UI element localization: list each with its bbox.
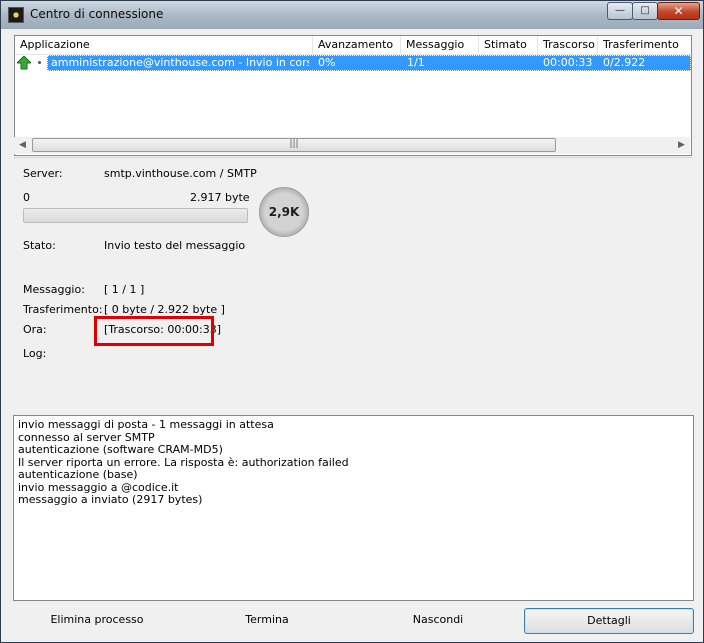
cell-trascorso: 00:00:33: [543, 56, 593, 69]
title-bar[interactable]: Centro di connessione — □ ✕: [1, 1, 703, 29]
cell-trasferimento: 0/2.922: [603, 56, 646, 69]
minimize-button[interactable]: —: [607, 2, 633, 20]
divider: [14, 157, 692, 158]
column-trasferimento[interactable]: Trasferimento: [598, 36, 691, 54]
trasferimento-value: [ 0 byte / 2.922 byte ]: [104, 303, 225, 316]
column-applicazione[interactable]: Applicazione: [15, 36, 313, 54]
server-value: smtp.vinthouse.com / SMTP: [104, 167, 257, 180]
list-header: Applicazione Avanzamento Messaggio Stima…: [15, 36, 691, 55]
window-title: Centro di connessione: [30, 7, 164, 21]
stato-value: Invio testo del messaggio: [104, 239, 246, 252]
column-messaggio[interactable]: Messaggio: [401, 36, 479, 54]
trasferimento-label: Trasferimento:: [23, 303, 103, 316]
log-line: autenticazione (base): [18, 468, 138, 481]
log-line: invio messaggi di posta - 1 messaggi in …: [18, 418, 274, 431]
row-state-icon: [38, 61, 41, 64]
client-area: Applicazione Avanzamento Messaggio Stima…: [8, 30, 696, 636]
column-avanzamento[interactable]: Avanzamento: [313, 36, 401, 54]
scroll-thumb[interactable]: |||: [32, 138, 556, 152]
horizontal-scrollbar[interactable]: ◀ ||| ▶: [14, 137, 690, 154]
stato-label: Stato:: [23, 239, 56, 252]
cell-avanzamento: 0%: [318, 56, 336, 69]
messaggio-label: Messaggio:: [23, 283, 85, 296]
messaggio-value: [ 1 / 1 ]: [104, 283, 145, 296]
green-up-arrow-icon: [17, 56, 31, 70]
termina-button[interactable]: Termina: [182, 608, 352, 634]
maximize-button[interactable]: □: [632, 2, 658, 20]
log-label: Log:: [23, 347, 47, 360]
connection-center-window: Centro di connessione — □ ✕ Applicazione…: [0, 0, 704, 643]
nascondi-button[interactable]: Nascondi: [353, 608, 523, 634]
table-row[interactable]: amministrazione@vinthouse.com - Invio in…: [15, 55, 691, 71]
ora-label: Ora:: [23, 323, 47, 336]
log-line: messaggio a inviato (2917 bytes): [18, 493, 203, 506]
progress-bar: [23, 208, 248, 223]
highlight-box: [94, 316, 214, 346]
size-badge: 2,9K: [259, 187, 309, 237]
close-button[interactable]: ✕: [657, 2, 700, 20]
dettagli-button[interactable]: Dettagli: [524, 608, 694, 634]
scroll-right-icon[interactable]: ▶: [673, 137, 690, 154]
app-icon: [8, 7, 24, 23]
cell-stimato: [484, 55, 534, 71]
elimina-processo-button[interactable]: Elimina processo: [12, 608, 182, 634]
column-trascorso[interactable]: Trascorso: [538, 36, 598, 54]
cell-applicazione: amministrazione@vinthouse.com - Invio in…: [51, 56, 309, 69]
column-stimato[interactable]: Stimato: [479, 36, 538, 54]
log-output[interactable]: invio messaggi di posta - 1 messaggi in …: [13, 415, 694, 601]
log-line: autenticazione (software CRAM-MD5): [18, 443, 223, 456]
scroll-left-icon[interactable]: ◀: [14, 137, 31, 154]
progress-min: 0: [23, 191, 30, 204]
progress-max: 2.917 byte: [190, 191, 250, 204]
cell-messaggio: 1/1: [407, 56, 425, 69]
server-label: Server:: [23, 167, 63, 180]
